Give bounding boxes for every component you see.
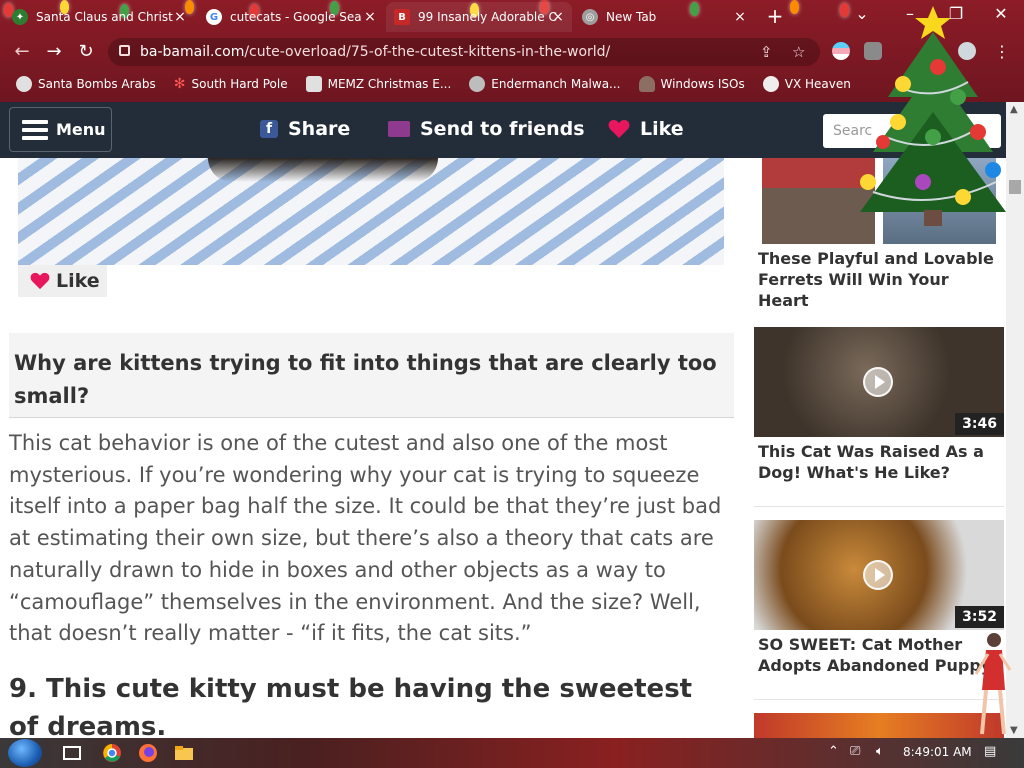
bookmark-santa-bombs[interactable]: Santa Bombs Arabs [16,76,156,92]
send-to-friends-button[interactable]: Send to friends [388,118,585,140]
menu-button[interactable]: Menu [9,107,112,152]
app-icon [305,76,322,92]
section-heading: 9. This cute kitty must be having the sw… [9,674,693,738]
ornament-icon [16,76,32,92]
start-button[interactable] [8,739,42,767]
play-icon[interactable] [863,560,893,590]
tab-close-icon[interactable]: × [550,9,566,25]
related-sidebar: These Playful and Lovable Ferrets Will W… [754,158,1004,738]
google-icon: G [206,9,222,25]
video-duration: 3:52 [955,606,1004,628]
christmas-light-icon [790,0,799,14]
tab-close-icon[interactable]: × [732,9,748,25]
url-domain: ba-bamail.com [140,44,245,60]
firefox-icon[interactable] [138,743,158,763]
scroll-up-icon[interactable]: ▲ [1010,104,1018,115]
play-icon[interactable] [863,367,893,397]
related-card-title: These Playful and Lovable Ferrets Will W… [758,249,994,310]
bookmark-star-icon[interactable]: ☆ [792,43,805,61]
volume-icon[interactable]: 🔈︎ [876,744,884,759]
related-video-card[interactable]: 3:52 SO SWEET: Cat Mother Adopts Abandon… [754,520,1004,700]
tab-cutecats[interactable]: G cutecats - Google Sea × [198,2,384,32]
tab-close-icon[interactable]: × [362,9,378,25]
scrollbar-thumb[interactable] [1009,180,1021,194]
bookmark-windows-isos[interactable]: Windows ISOs [638,76,745,92]
christmas-tree-icon [860,6,1006,226]
url-path: /cute-overload/75-of-the-cutest-kittens-… [244,44,611,60]
tab-close-icon[interactable]: × [172,9,188,25]
dancer-figure-icon [974,633,1012,735]
like-button[interactable]: Like [18,265,107,297]
heart-icon [30,272,50,290]
tab-santa[interactable]: ✦ Santa Claus and Christ × [4,2,194,32]
share-button[interactable]: f Share [260,118,350,140]
back-button[interactable]: ← [10,40,34,64]
related-video-card[interactable]: 3:46 This Cat Was Raised As a Dog! What'… [754,327,1004,507]
related-card-title: SO SWEET: Cat Mother Adopts Abandoned Pu… [758,635,999,675]
envelope-icon [388,121,410,137]
new-tab-button[interactable]: + [764,6,786,26]
task-view-icon[interactable] [62,743,82,763]
bookmark-endermanch[interactable]: Endermanch Malwa... [469,76,621,92]
tray-chevron-icon[interactable]: ⌃ [828,744,839,759]
like-button-header[interactable]: Like [608,118,684,140]
heart-icon [608,120,630,138]
reload-button[interactable]: ↻ [74,40,98,64]
chrome-icon: ◎ [582,9,598,25]
system-clock[interactable]: 8:49:01 AM [903,745,972,759]
notifications-icon[interactable]: ▤ [984,744,996,759]
person-icon [638,76,655,92]
tab-new-tab[interactable]: ◎ New Tab × [574,2,754,32]
chrome-taskbar-icon[interactable] [102,743,122,763]
question-heading: Why are kittens trying to fit into thing… [9,333,734,418]
snowflake-icon: ✻ [173,76,186,92]
tab-active-kittens[interactable]: B 99 Insanely Adorable C × [386,2,572,32]
hamburger-icon [22,119,48,140]
bookmark-vx-heaven[interactable]: VX Heaven [762,76,851,92]
forward-button[interactable]: → [42,40,66,64]
kitten-photo [18,158,724,265]
video-duration: 3:46 [955,413,1004,435]
network-icon[interactable]: ⎚ [850,744,860,759]
tab-favicon-icon: ✦ [12,9,28,25]
related-card-title: This Cat Was Raised As a Dog! What's He … [758,442,984,482]
face-icon [469,76,486,92]
facebook-icon: f [260,120,278,138]
lock-icon [119,45,130,56]
related-thumbnail-partial [754,713,1004,738]
skull-icon [762,76,779,92]
site-favicon-icon: B [394,9,410,25]
article-content: Like Why are kittens trying to fit into … [0,158,750,738]
article-paragraph: This cat behavior is one of the cutest a… [9,431,722,646]
bookmark-south-hard-pole[interactable]: ✻ South Hard Pole [174,76,288,92]
taskbar: ⌃ ⎚ 🔈︎ 8:49:01 AM ▤ [0,738,1024,768]
bookmark-memz[interactable]: MEMZ Christmas E... [305,76,451,92]
file-explorer-icon[interactable] [174,743,194,763]
address-bar[interactable]: ba-bamail.com/cute-overload/75-of-the-cu… [108,38,820,66]
share-page-icon[interactable]: ⇪ [760,43,773,61]
extension-flag-icon[interactable] [832,42,850,60]
